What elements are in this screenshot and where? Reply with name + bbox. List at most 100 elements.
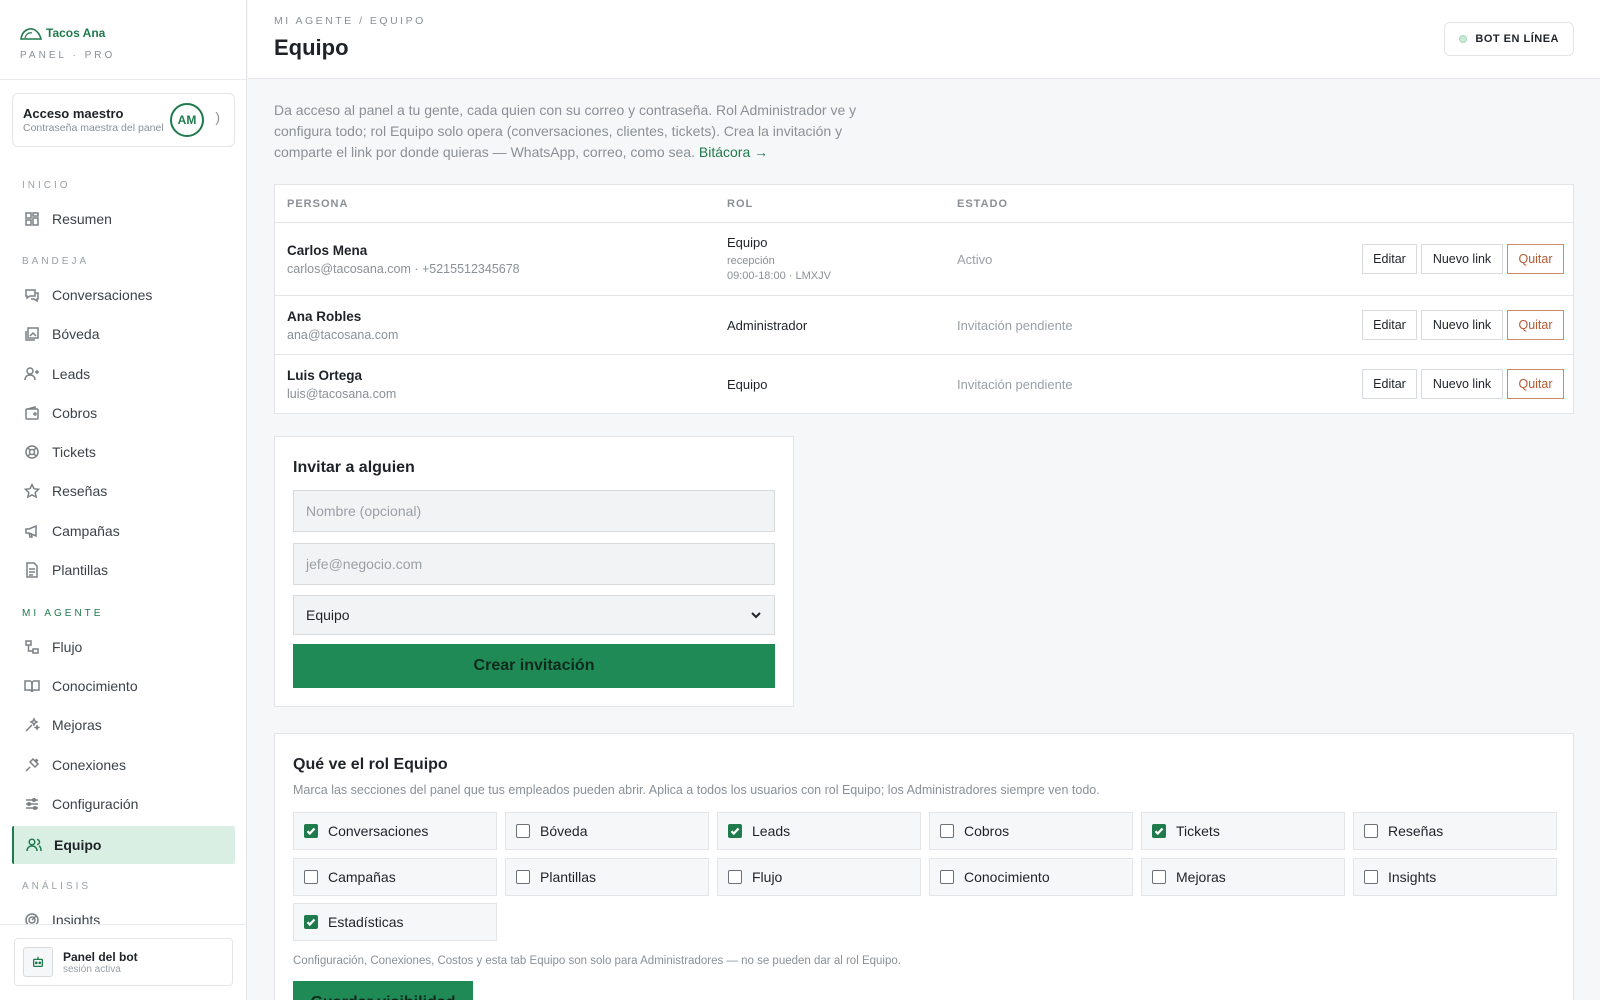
edit-button[interactable]: Editar (1362, 244, 1417, 274)
member-state: Invitación pendiente (957, 377, 1073, 392)
section-checkbox-label: Conversaciones (328, 823, 429, 839)
section-checkbox[interactable]: Conversaciones (293, 812, 497, 850)
section-checkbox-label: Cobros (964, 823, 1010, 839)
sidebar-item-label: Equipo (54, 837, 102, 853)
table-header: PERSONA ROL ESTADO (275, 185, 1573, 223)
avatar[interactable]: AM (170, 103, 204, 137)
sidebar-item-conversaciones[interactable]: Conversaciones (12, 276, 235, 314)
bot-panel-subtitle: sesión activa (63, 963, 121, 975)
checkbox-empty-icon[interactable] (304, 870, 318, 884)
table-row: Luis Ortega luis@tacosana.com Equipo Inv… (275, 355, 1573, 413)
section-checkbox[interactable]: Insights (1353, 858, 1557, 896)
sidebar-item-label: Reseñas (52, 483, 108, 499)
plug-icon (25, 757, 40, 772)
remove-button[interactable]: Quitar (1507, 244, 1564, 274)
sidebar-item-label: Flujo (52, 639, 83, 655)
sidebar-item-boveda[interactable]: Bóveda (12, 315, 235, 353)
email-field[interactable]: jefe@negocio.com (293, 543, 775, 585)
visibility-title: Qué ve el rol Equipo (293, 756, 448, 773)
remove-button[interactable]: Quitar (1507, 369, 1564, 399)
section-checkbox[interactable]: Estadísticas (293, 903, 497, 941)
edit-button[interactable]: Editar (1362, 310, 1417, 340)
checkbox-empty-icon[interactable] (1364, 870, 1378, 884)
checkbox-empty-icon[interactable] (516, 870, 530, 884)
edit-button[interactable]: Editar (1362, 369, 1417, 399)
sliders-icon (26, 797, 38, 811)
master-access-card[interactable]: Acceso maestro Contraseña maestra del pa… (12, 93, 235, 147)
grid-icon (25, 212, 39, 226)
sidebar-item-resenas[interactable]: Reseñas (12, 472, 235, 510)
checkbox-empty-icon[interactable] (940, 870, 954, 884)
section-checkbox[interactable]: Reseñas (1353, 812, 1557, 850)
member-email: luis@tacosana.com (287, 387, 397, 401)
section-checkbox-label: Tickets (1176, 823, 1220, 839)
section-checkbox[interactable]: Flujo (717, 858, 921, 896)
sidebar-item-label: Plantillas (52, 562, 109, 578)
sidebar-item-plantillas[interactable]: Plantillas (12, 551, 235, 589)
invite-card: Invitar a alguien Nombre (opcional) jefe… (274, 436, 794, 707)
section-checkbox-label: Reseñas (1388, 823, 1444, 839)
status-dot-icon (1459, 35, 1468, 43)
sidebar-item-flujo[interactable]: Flujo (12, 628, 235, 666)
chat-icon (25, 289, 39, 303)
sidebar-item-label: Bóveda (52, 326, 100, 342)
checkbox-empty-icon[interactable] (516, 824, 530, 838)
section-checkbox[interactable]: Tickets (1141, 812, 1345, 850)
column-header-state: ESTADO (957, 198, 1009, 210)
checkbox-empty-icon[interactable] (1364, 824, 1378, 838)
section-checkbox[interactable]: Plantillas (505, 858, 709, 896)
sidebar-item-mejoras[interactable]: Mejoras (12, 706, 235, 744)
sidebar-item-leads[interactable]: Leads (12, 355, 235, 393)
new-link-button[interactable]: Nuevo link (1421, 310, 1503, 340)
section-checkbox[interactable]: Leads (717, 812, 921, 850)
intro-text: Da acceso al panel a tu gente, cada quie… (274, 100, 884, 163)
sidebar-item-campanas[interactable]: Campañas (12, 512, 235, 550)
new-link-button[interactable]: Nuevo link (1421, 244, 1503, 274)
sparkle-icon (25, 717, 40, 732)
save-visibility-button[interactable]: Guardar visibilidad (293, 981, 473, 1000)
checkbox-checked-icon[interactable] (1152, 824, 1166, 838)
section-checkbox[interactable]: Mejoras (1141, 858, 1345, 896)
checkbox-empty-icon[interactable] (728, 870, 742, 884)
member-state: Activo (957, 252, 993, 267)
sidebar-item-label: Cobros (52, 405, 98, 421)
checkbox-empty-icon[interactable] (940, 824, 954, 838)
bot-panel-card[interactable]: Panel del bot sesión activa (14, 938, 233, 986)
bitacora-link[interactable]: Bitácora → (699, 144, 768, 160)
new-link-button[interactable]: Nuevo link (1421, 369, 1503, 399)
remove-button[interactable]: Quitar (1507, 310, 1564, 340)
sidebar-item-tickets[interactable]: Tickets (12, 433, 235, 471)
brand: Tacos Ana PANEL · PRO (0, 0, 246, 80)
nav-section-mi-agente: MI AGENTE (22, 608, 104, 619)
sidebar-item-resumen[interactable]: Resumen (12, 200, 235, 238)
create-invitation-button[interactable]: Crear invitación (293, 644, 775, 688)
section-checkbox-label: Flujo (752, 869, 783, 885)
name-input[interactable]: Nombre (opcional) (293, 490, 775, 532)
section-checkbox[interactable]: Conocimiento (929, 858, 1133, 896)
checkbox-empty-icon[interactable] (1152, 870, 1166, 884)
sidebar-item-conexiones[interactable]: Conexiones (12, 746, 235, 784)
section-checkbox[interactable]: Campañas (293, 858, 497, 896)
brand-logo[interactable]: Tacos Ana (20, 26, 246, 40)
checkbox-checked-icon[interactable] (304, 824, 318, 838)
sidebar-item-conocimiento[interactable]: Conocimiento (12, 667, 235, 705)
nav-section-inicio: INICIO (22, 180, 71, 191)
page-header: MI AGENTE / EQUIPO Equipo BOT EN LÍNEA (248, 0, 1600, 79)
section-checkbox[interactable]: Cobros (929, 812, 1133, 850)
nav-section-analisis: ANÁLISIS (22, 881, 92, 892)
checkbox-checked-icon[interactable] (304, 915, 318, 929)
role-select[interactable]: Equipo (293, 595, 775, 635)
sidebar-item-configuracion[interactable]: Configuración (12, 785, 235, 823)
section-checkbox[interactable]: Bóveda (505, 812, 709, 850)
sidebar-item-label: Resumen (52, 211, 112, 227)
sidebar-item-equipo[interactable]: Equipo (12, 826, 235, 864)
sidebar-item-cobros[interactable]: Cobros (12, 394, 235, 432)
checkbox-checked-icon[interactable] (728, 824, 742, 838)
section-checkbox-label: Insights (1388, 869, 1437, 885)
section-checkbox-label: Leads (752, 823, 791, 839)
status-text: BOT EN LÍNEA (1475, 33, 1559, 45)
status-badge[interactable]: BOT EN LÍNEA (1444, 22, 1574, 56)
member-name: Ana Robles (287, 309, 362, 324)
member-role-area: recepción (727, 255, 775, 267)
sidebar-item-label: Tickets (52, 444, 96, 460)
